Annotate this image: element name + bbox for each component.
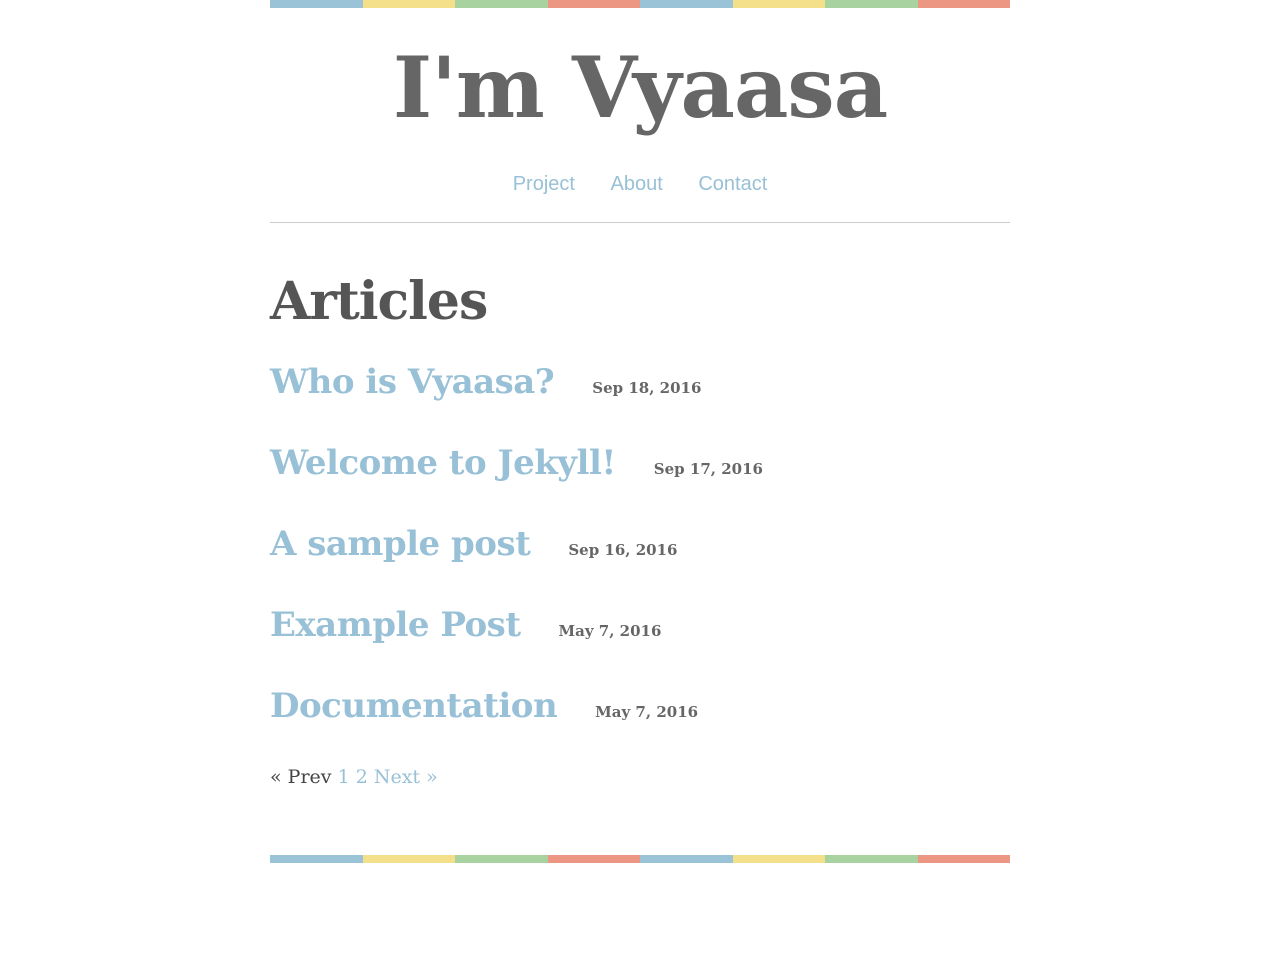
site-title[interactable]: I'm Vyaasa: [270, 38, 1010, 138]
list-item: Documentation May 7, 2016: [270, 684, 1010, 765]
list-item: A sample post Sep 16, 2016: [270, 522, 1010, 603]
post-title-link[interactable]: Example Post: [270, 605, 521, 645]
stripe-segment: [455, 855, 548, 863]
stripe-segment: [825, 0, 918, 8]
nav-item-about[interactable]: About: [611, 173, 663, 195]
post-list: Who is Vyaasa? Sep 18, 2016 Welcome to Je…: [270, 360, 1010, 765]
header-divider: [270, 222, 1010, 223]
post-title-link[interactable]: Documentation: [270, 686, 558, 726]
stripe-segment: [640, 0, 733, 8]
main-nav: Project About Contact: [270, 170, 1010, 198]
post-title-link[interactable]: Who is Vyaasa?: [270, 362, 555, 402]
post-date: Sep 16, 2016: [568, 541, 678, 559]
stripe-segment: [362, 855, 455, 863]
pagination-page-2[interactable]: 2: [356, 766, 368, 788]
top-color-stripe: [270, 0, 1010, 8]
stripe-segment: [547, 0, 640, 8]
post-date: May 7, 2016: [558, 622, 662, 640]
list-item: Welcome to Jekyll! Sep 17, 2016: [270, 441, 1010, 522]
post-title-link[interactable]: Welcome to Jekyll!: [270, 443, 616, 483]
post-date: Sep 18, 2016: [592, 379, 702, 397]
stripe-segment: [732, 0, 825, 8]
list-item: Example Post May 7, 2016: [270, 603, 1010, 684]
pagination-prev: « Prev: [270, 766, 332, 788]
stripe-segment: [547, 855, 640, 863]
pagination: « Prev 1 2 Next »: [270, 764, 438, 790]
list-item: Who is Vyaasa? Sep 18, 2016: [270, 360, 1010, 441]
stripe-segment: [917, 855, 1010, 863]
page-title: Articles: [270, 271, 488, 332]
post-date: Sep 17, 2016: [653, 460, 763, 478]
pagination-next[interactable]: Next »: [374, 766, 438, 788]
page-wrapper: I'm Vyaasa Project About Contact Article…: [270, 0, 1010, 960]
nav-item-project[interactable]: Project: [513, 173, 575, 195]
post-title-link[interactable]: A sample post: [270, 524, 531, 564]
bottom-color-stripe: [270, 855, 1010, 863]
nav-item-contact[interactable]: Contact: [698, 173, 767, 195]
post-date: May 7, 2016: [595, 703, 699, 721]
stripe-segment: [362, 0, 455, 8]
stripe-segment: [825, 855, 918, 863]
stripe-segment: [270, 0, 363, 8]
stripe-segment: [732, 855, 825, 863]
stripe-segment: [455, 0, 548, 8]
stripe-segment: [917, 0, 1010, 8]
stripe-segment: [270, 855, 363, 863]
stripe-segment: [640, 855, 733, 863]
pagination-page-1[interactable]: 1: [338, 766, 350, 788]
